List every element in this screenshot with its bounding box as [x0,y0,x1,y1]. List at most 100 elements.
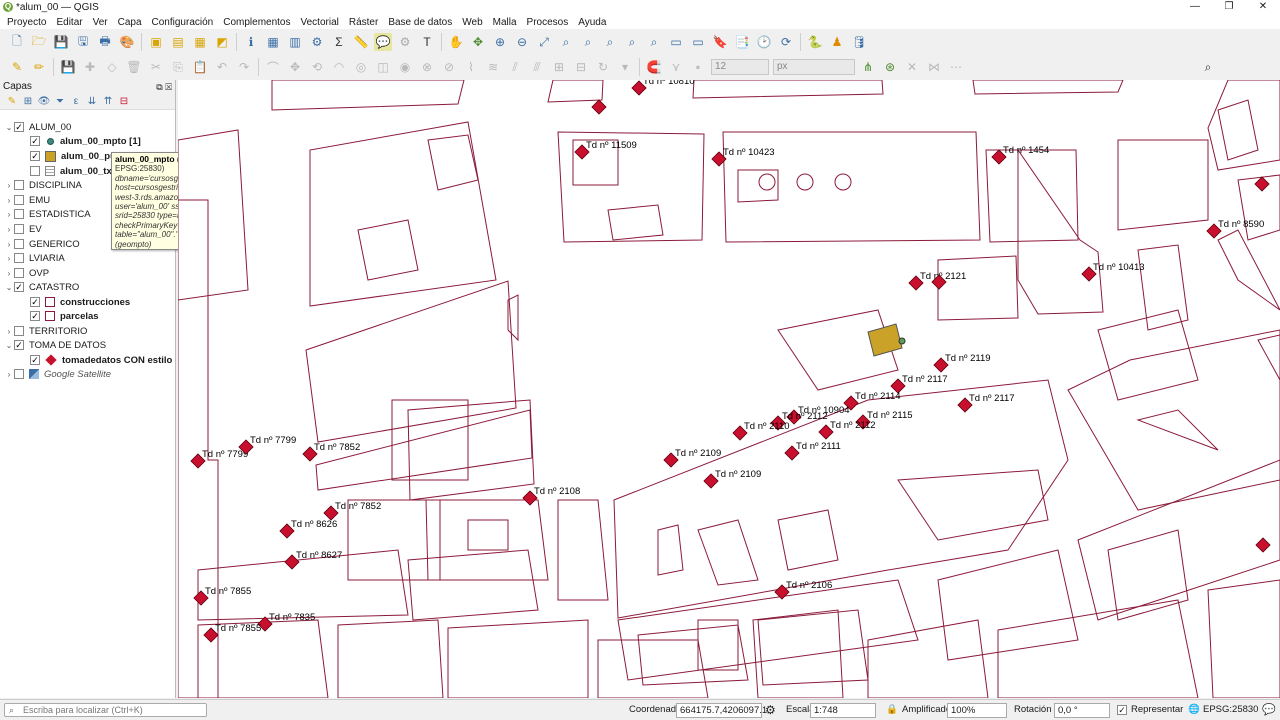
layer-visibility-checkbox[interactable] [14,253,24,263]
add-ring-icon[interactable]: ◎ [352,58,370,76]
collapse-arrow-icon[interactable]: ⌄ [4,123,14,132]
locator-search-input[interactable]: ⌕ Escriba para localizar (Ctrl+K) [4,703,207,717]
layer-tree-item[interactable]: ⌄ ✓ CATASTRO [0,280,80,294]
attribute-table-icon[interactable]: ▦ [264,33,282,51]
new-3d-view-icon[interactable]: ▭ [689,33,707,51]
zoom-native-icon[interactable]: ⌕ [601,33,619,51]
python-console-icon[interactable]: 🐍 [806,33,824,51]
save-project-icon[interactable]: 💾 [52,33,70,51]
pan-icon[interactable]: ✋ [447,33,465,51]
label-icon[interactable]: ▾ [616,58,634,76]
add-feature-icon[interactable]: ✚ [81,58,99,76]
temporal-icon[interactable]: 🕑 [755,33,773,51]
digitize-icon[interactable]: ⌒ [264,58,282,76]
layer-tree-item[interactable]: ✓ alum_00_mpto [1] [0,134,141,148]
scale-select[interactable]: 1:748 [810,703,876,718]
split-parts-icon[interactable]: ⫻ [528,58,546,76]
layer-visibility-checkbox[interactable]: ✓ [30,151,40,161]
data-point-marker[interactable] [591,99,607,115]
select-by-value-icon[interactable]: ▤ [169,33,187,51]
layer-visibility-checkbox[interactable]: ✓ [30,136,40,146]
snapping-tolerance-input[interactable]: 12 [711,59,769,75]
layer-visibility-checkbox[interactable]: ✓ [30,311,40,321]
visibility-icon[interactable]: 👁 [36,96,52,107]
menu-raster[interactable]: Ráster [344,17,383,28]
layer-tree-item[interactable]: alum_00_txt [0,164,115,178]
layer-visibility-checkbox[interactable] [14,268,24,278]
paste-icon[interactable]: 📋 [191,58,209,76]
map-canvas[interactable]: Td nº 10810 Td nº 11509 Td nº 10423 Td nº 1… [178,80,1280,698]
advanced-digitize-icon[interactable]: ⋈ [925,58,943,76]
zoom-in-icon[interactable]: ⊕ [491,33,509,51]
menu-ver[interactable]: Ver [88,17,113,28]
identify-icon[interactable]: ℹ [242,33,260,51]
snapping-intersection-icon[interactable]: ⊛ [881,58,899,76]
expand-arrow-icon[interactable]: › [4,225,14,234]
offset-curve-icon[interactable]: ≋ [484,58,502,76]
snapping-mode-icon[interactable]: ⋎ [667,58,685,76]
delete-ring-icon[interactable]: ⊗ [418,58,436,76]
show-bookmarks-icon[interactable]: 📑 [733,33,751,51]
statistics-icon[interactable]: Σ [330,33,348,51]
layer-visibility-checkbox[interactable] [30,166,40,176]
vertex-tool-icon[interactable]: ◇ [103,58,121,76]
menu-web[interactable]: Web [457,17,487,28]
tracing-icon[interactable]: ✕ [903,58,921,76]
annotation-icon[interactable]: ⚙ [396,33,414,51]
menu-procesos[interactable]: Procesos [522,17,574,28]
menu-capa[interactable]: Capa [113,17,147,28]
expand-arrow-icon[interactable]: › [4,327,14,336]
locator-icon[interactable]: ⌕ [1199,58,1217,76]
deselect-icon[interactable]: ▦ [191,33,209,51]
db-manager-icon[interactable]: 🛢 [850,33,868,51]
lock-scale-icon[interactable]: 🔒 [886,704,898,718]
style-manager-icon[interactable]: 🎨 [118,33,136,51]
layer-tree-item[interactable]: › OVP [0,266,49,280]
layer-tree-item[interactable]: › DISCIPLINA [0,178,82,192]
expand-all-icon[interactable]: ⇊ [84,96,100,107]
filter-legend-icon[interactable]: ⏷ [52,96,68,107]
zoom-full-icon[interactable]: ⤢ [535,33,553,51]
split-features-icon[interactable]: ⫽ [506,58,524,76]
mpto-point-feature[interactable] [898,337,906,345]
menu-editar[interactable]: Editar [51,17,87,28]
select-location-icon[interactable]: ◩ [213,33,231,51]
layer-tree-item[interactable]: ⌄ ✓ ALUM_00 [0,120,72,134]
maximize-button[interactable]: ❐ [1212,0,1246,14]
pan-to-selection-icon[interactable]: ✥ [469,33,487,51]
layer-visibility-checkbox[interactable] [14,239,24,249]
float-panel-icon[interactable]: ⧉ [156,82,162,92]
layer-tree-item[interactable]: › LVIARIA [0,251,65,265]
rotate-feature-icon[interactable]: ⟲ [308,58,326,76]
layer-tree-item[interactable]: › GENERICO [0,237,80,251]
new-map-view-icon[interactable]: ▭ [667,33,685,51]
expand-arrow-icon[interactable]: › [4,254,14,263]
expand-arrow-icon[interactable]: › [4,269,14,278]
close-button[interactable]: ✕ [1246,0,1280,14]
layer-tree-item[interactable]: ✓ parcelas [0,309,99,323]
crs-label[interactable]: EPSG:25830 [1203,704,1258,718]
zoom-last-icon[interactable]: ⌕ [623,33,641,51]
save-edits-icon[interactable]: 💾 [59,58,77,76]
zoom-next-icon[interactable]: ⌕ [645,33,663,51]
layer-visibility-checkbox[interactable]: ✓ [30,297,40,307]
layer-visibility-checkbox[interactable]: ✓ [30,355,40,365]
data-point-marker[interactable] [1255,537,1271,553]
layer-tree-item[interactable]: › Google Satellite [0,367,111,381]
snapping-vertex-icon[interactable]: ▪ [689,58,707,76]
snapping-magnet-icon[interactable]: 🧲 [645,58,663,76]
rotate-symbols-icon[interactable]: ↻ [594,58,612,76]
move-feature-icon[interactable]: ✥ [286,58,304,76]
current-edits-icon[interactable]: ✎ [8,58,26,76]
layer-tree-item[interactable]: ⌄ ✓ TOMA DE DATOS [0,338,106,352]
menu-complementos[interactable]: Complementos [218,17,295,28]
rotation-input[interactable]: 0,0 ° [1054,703,1110,718]
layer-tree-item[interactable]: › ESTADISTICA [0,207,91,221]
toolbox-icon[interactable]: ⚙ [308,33,326,51]
reshape-icon[interactable]: ⌇ [462,58,480,76]
simplify-icon[interactable]: ◠ [330,58,348,76]
map-tips-icon[interactable]: 💬 [374,33,392,51]
delete-part-icon[interactable]: ⊘ [440,58,458,76]
data-point-marker[interactable] [1254,176,1270,192]
layer-tree-item[interactable]: › EV [0,222,42,236]
